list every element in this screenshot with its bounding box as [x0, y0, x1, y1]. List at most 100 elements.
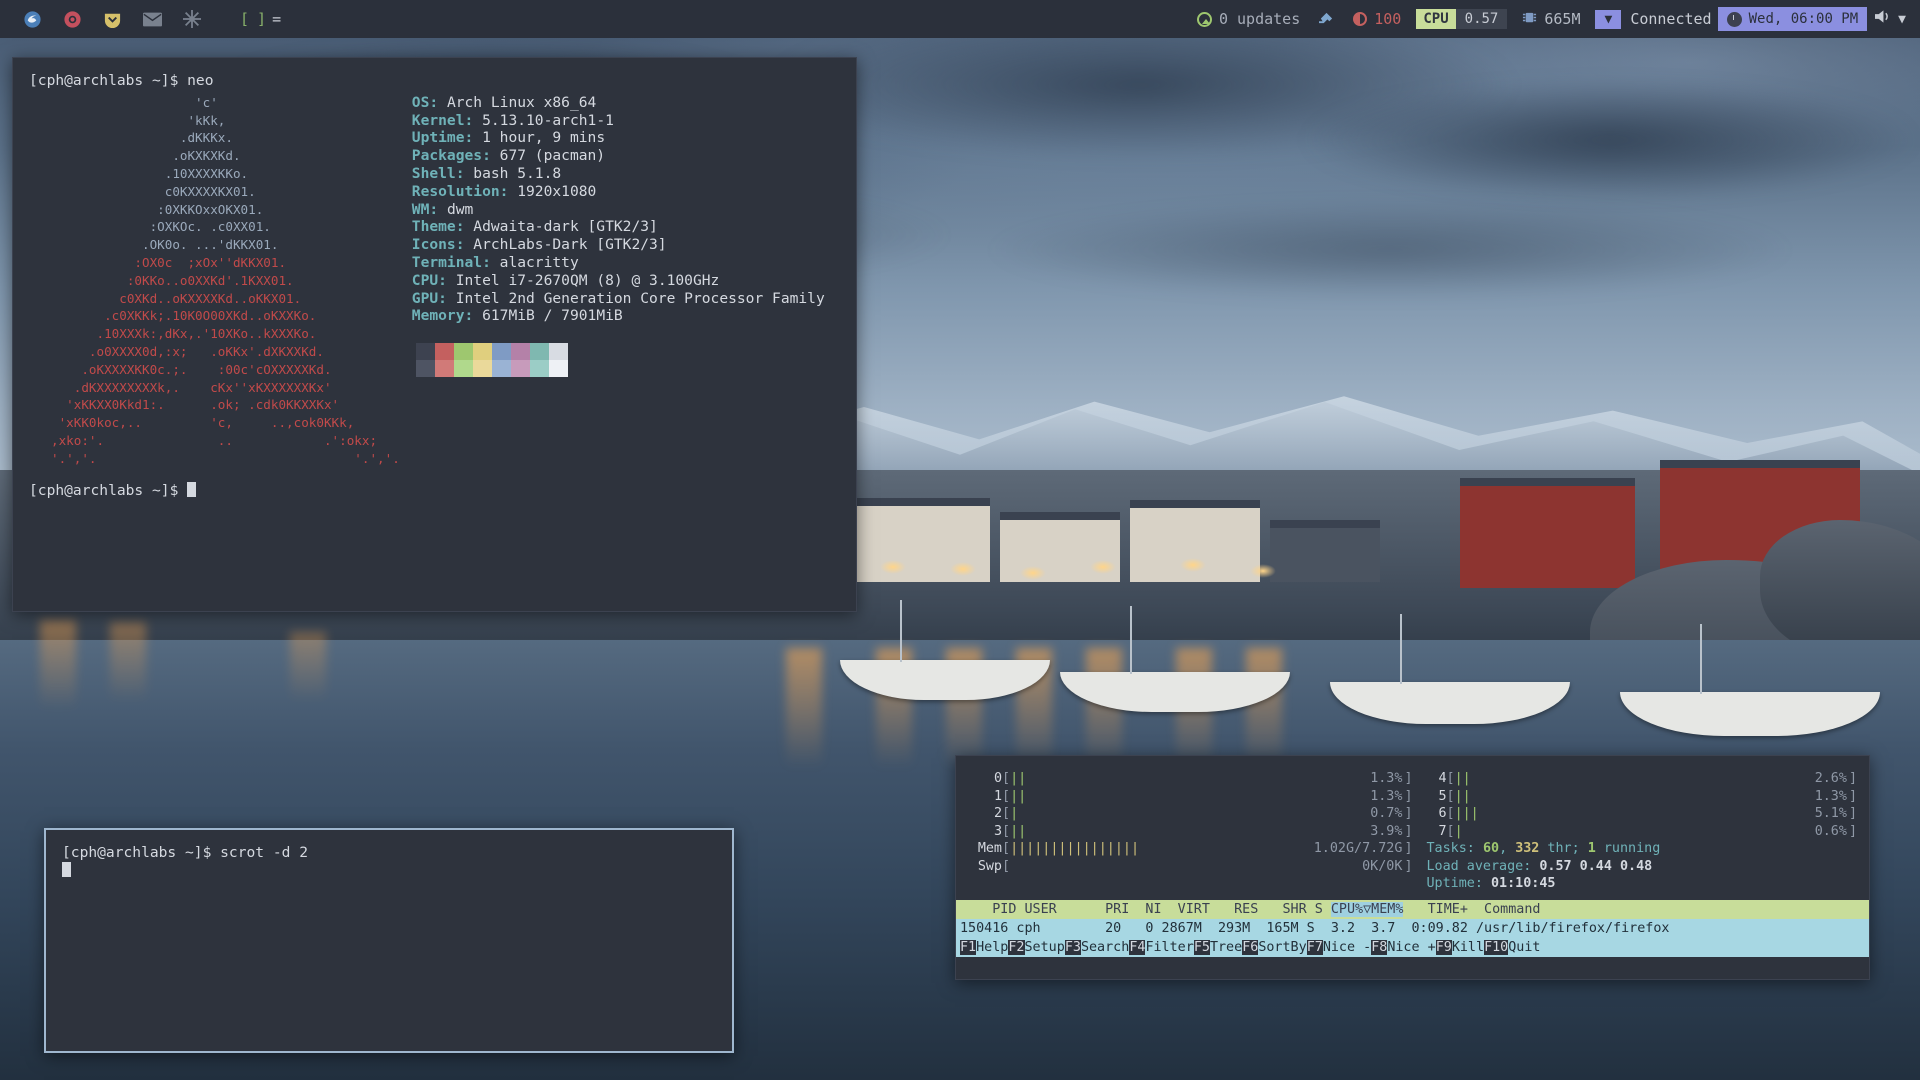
neofetch-info-value: alacritty: [499, 253, 579, 271]
memory-block[interactable]: 665M: [1513, 7, 1589, 31]
htop-cpu-meters-right: 4[|| 2.6%] 5[|| 1.3%] 6[||| 5.1%] 7[| 0.6%]: [1413, 770, 1857, 841]
window-glow: [880, 560, 906, 574]
htop-fkey-number[interactable]: F9: [1435, 939, 1452, 955]
neofetch-info-row: OS: Arch Linux x86_64: [412, 94, 825, 112]
boat-mast: [1700, 624, 1702, 694]
load-value: 0.57 0.44 0.48: [1539, 858, 1653, 874]
htop-fkey-label[interactable]: Help: [976, 940, 1008, 955]
firefox-icon[interactable]: [14, 1, 50, 37]
htop-fkey-number[interactable]: F2: [1008, 939, 1025, 955]
htop-memory-meters: Mem[|||||||||||||||| 1.02G/7.72G] Swp[0K/…: [968, 840, 1413, 893]
header-sorted-columns[interactable]: CPU%▽MEM%: [1330, 901, 1404, 917]
htop-fkey-label[interactable]: SortBy: [1258, 940, 1306, 955]
htop-fkey-label[interactable]: Tree: [1210, 940, 1242, 955]
neofetch-info-key: Packages:: [411, 147, 491, 165]
mem-value: 1.02G/7.72G: [1313, 841, 1403, 856]
tag-1[interactable]: [: [236, 10, 253, 28]
htop-cpu-row: 3[|| 3.9%]: [968, 823, 1413, 841]
htop-fkey-label[interactable]: Setup: [1025, 940, 1065, 955]
htop-fkey-label[interactable]: Nice +: [1387, 940, 1435, 955]
network-label: Connected: [1630, 10, 1712, 28]
palette-swatch: [453, 343, 473, 361]
chromium-icon[interactable]: [54, 1, 90, 37]
htop-cpu-row: 1[|| 1.3%]: [968, 788, 1413, 806]
htop-fkey-number[interactable]: F10: [1484, 939, 1509, 955]
battery-block[interactable]: 100: [1344, 7, 1410, 31]
cpu-core-bars: |||: [1454, 806, 1479, 821]
archlabs-icon[interactable]: [94, 1, 130, 37]
htop-cpu-row: 7[| 0.6%]: [1413, 823, 1857, 841]
neofetch-color-palette: [415, 343, 825, 378]
tray-caret-down-icon[interactable]: ▼: [1898, 12, 1914, 27]
settings-icon[interactable]: [174, 1, 210, 37]
htop-fkey-label[interactable]: Search: [1081, 940, 1129, 955]
dwm-tags: [ ] =: [236, 10, 281, 28]
tasks-count: 60: [1482, 841, 1500, 856]
boat-mast: [1400, 614, 1402, 684]
neofetch-info-row: Uptime: 1 hour, 9 mins: [412, 129, 825, 147]
neofetch-info-value: ArchLabs-Dark [GTK2/3]: [473, 236, 667, 254]
neofetch-info-key: GPU:: [411, 289, 447, 307]
terminal-neofetch[interactable]: [cph@archlabs ~]$ neo 'c' 'kKk, .dKKKx. …: [12, 57, 857, 612]
cpu-core-pct: 1.3%: [1370, 788, 1403, 804]
updates-block[interactable]: 0 updates: [1188, 7, 1309, 31]
htop-fkey-number[interactable]: F3: [1064, 939, 1081, 955]
tag-2[interactable]: ]: [253, 10, 270, 28]
volume-block[interactable]: [1309, 7, 1344, 31]
htop-fkey-number[interactable]: F6: [1242, 939, 1259, 955]
neofetch-info-row: Memory: 617MiB / 7901MiB: [412, 307, 825, 325]
htop-cpu-row: 6[||| 5.1%]: [1413, 805, 1857, 823]
htop-fkey-number[interactable]: F5: [1193, 939, 1210, 955]
htop-fkey-number[interactable]: F4: [1129, 939, 1146, 955]
htop-table-header[interactable]: PID USER PRI NI VIRT RES SHR S CPU%▽MEM%…: [956, 899, 1869, 919]
clock-block[interactable]: Wed, 06:00 PM: [1717, 7, 1868, 31]
terminal-scrot-content: [cph@archlabs ~]$ scrot -d 2: [46, 830, 732, 894]
palette-swatch: [529, 343, 549, 361]
htop-fkey-label[interactable]: Nice -: [1323, 940, 1371, 955]
neofetch-info-row: Theme: Adwaita-dark [GTK2/3]: [412, 218, 825, 236]
palette-swatch: [510, 343, 530, 361]
htop-fkey-number[interactable]: F7: [1306, 939, 1323, 955]
network-block[interactable]: ▼ Connected: [1589, 7, 1717, 31]
neofetch-info-value: 1 hour, 9 mins: [482, 129, 606, 147]
neofetch-info-key: Theme:: [411, 218, 465, 236]
neofetch-info-value: Arch Linux x86_64: [446, 93, 597, 111]
htop-fkey-label[interactable]: Filter: [1145, 940, 1193, 955]
neofetch-info-key: WM:: [411, 200, 439, 218]
clock-value: Wed, 06:00 PM: [1748, 11, 1859, 27]
cpu-core-pct: 1.3%: [1814, 788, 1847, 804]
memory-value: 665M: [1544, 10, 1581, 28]
table-row[interactable]: 150416 cph 20 0 2867M 293M 165M S 3.2 3.…: [956, 918, 1869, 938]
htop-fkey-number[interactable]: F1: [960, 939, 977, 955]
mail-icon[interactable]: [134, 1, 170, 37]
cpu-core-bars: ||: [1010, 771, 1027, 786]
neofetch-info-value: Intel i7-2670QM (8) @ 3.100GHz: [455, 271, 720, 289]
neofetch-info-row: Icons: ArchLabs-Dark [GTK2/3]: [412, 236, 825, 254]
neofetch-info-row: Resolution: 1920x1080: [412, 183, 825, 201]
speaker-icon[interactable]: [1867, 9, 1898, 29]
htop-swap-row: Swp[0K/0K]: [968, 858, 1413, 876]
neofetch-output: 'c' 'kKk, .dKKKx. .oKXKXKd. .10XXXXKKo. …: [29, 90, 840, 468]
htop-tasks-line: Tasks: 60, 332 thr; 1 running: [1413, 840, 1858, 858]
neofetch-info-value: dwm: [446, 200, 474, 218]
terminal-scrot[interactable]: [cph@archlabs ~]$ scrot -d 2: [44, 828, 734, 1053]
htop-fkey-label[interactable]: Kill: [1452, 940, 1484, 955]
neofetch-info-key: Icons:: [411, 236, 465, 254]
terminal-neofetch-content: [cph@archlabs ~]$ neo 'c' 'kKk, .dKKKx. …: [13, 58, 856, 513]
palette-swatch: [529, 360, 549, 378]
htop-cpu-row: 0[|| 1.3%]: [968, 770, 1413, 788]
neofetch-info-key: CPU:: [411, 271, 447, 289]
water-reflection: [290, 632, 326, 702]
palette-swatch: [548, 343, 568, 361]
updates-label: 0 updates: [1218, 10, 1301, 28]
htop-fkey-number[interactable]: F8: [1371, 939, 1388, 955]
layout-indicator[interactable]: =: [272, 10, 281, 28]
htop-meters: 0[|| 1.3%] 1[|| 1.3%] 2[| 0.7%] 3[|| 3.9%] 4[||…: [968, 770, 1857, 840]
cpu-block[interactable]: CPU 0.57: [1410, 7, 1513, 31]
terminal-htop[interactable]: 0[|| 1.3%] 1[|| 1.3%] 2[| 0.7%] 3[|| 3.9%] 4[||…: [955, 755, 1870, 980]
palette-swatch: [510, 360, 530, 378]
neofetch-info-value: 1920x1080: [517, 182, 597, 200]
htop-function-keys: F1HelpF2SetupF3SearchF4FilterF5TreeF6Sor…: [956, 937, 1869, 957]
cpu-core-bars: ||: [1454, 771, 1471, 786]
htop-fkey-label[interactable]: Quit: [1508, 940, 1540, 955]
